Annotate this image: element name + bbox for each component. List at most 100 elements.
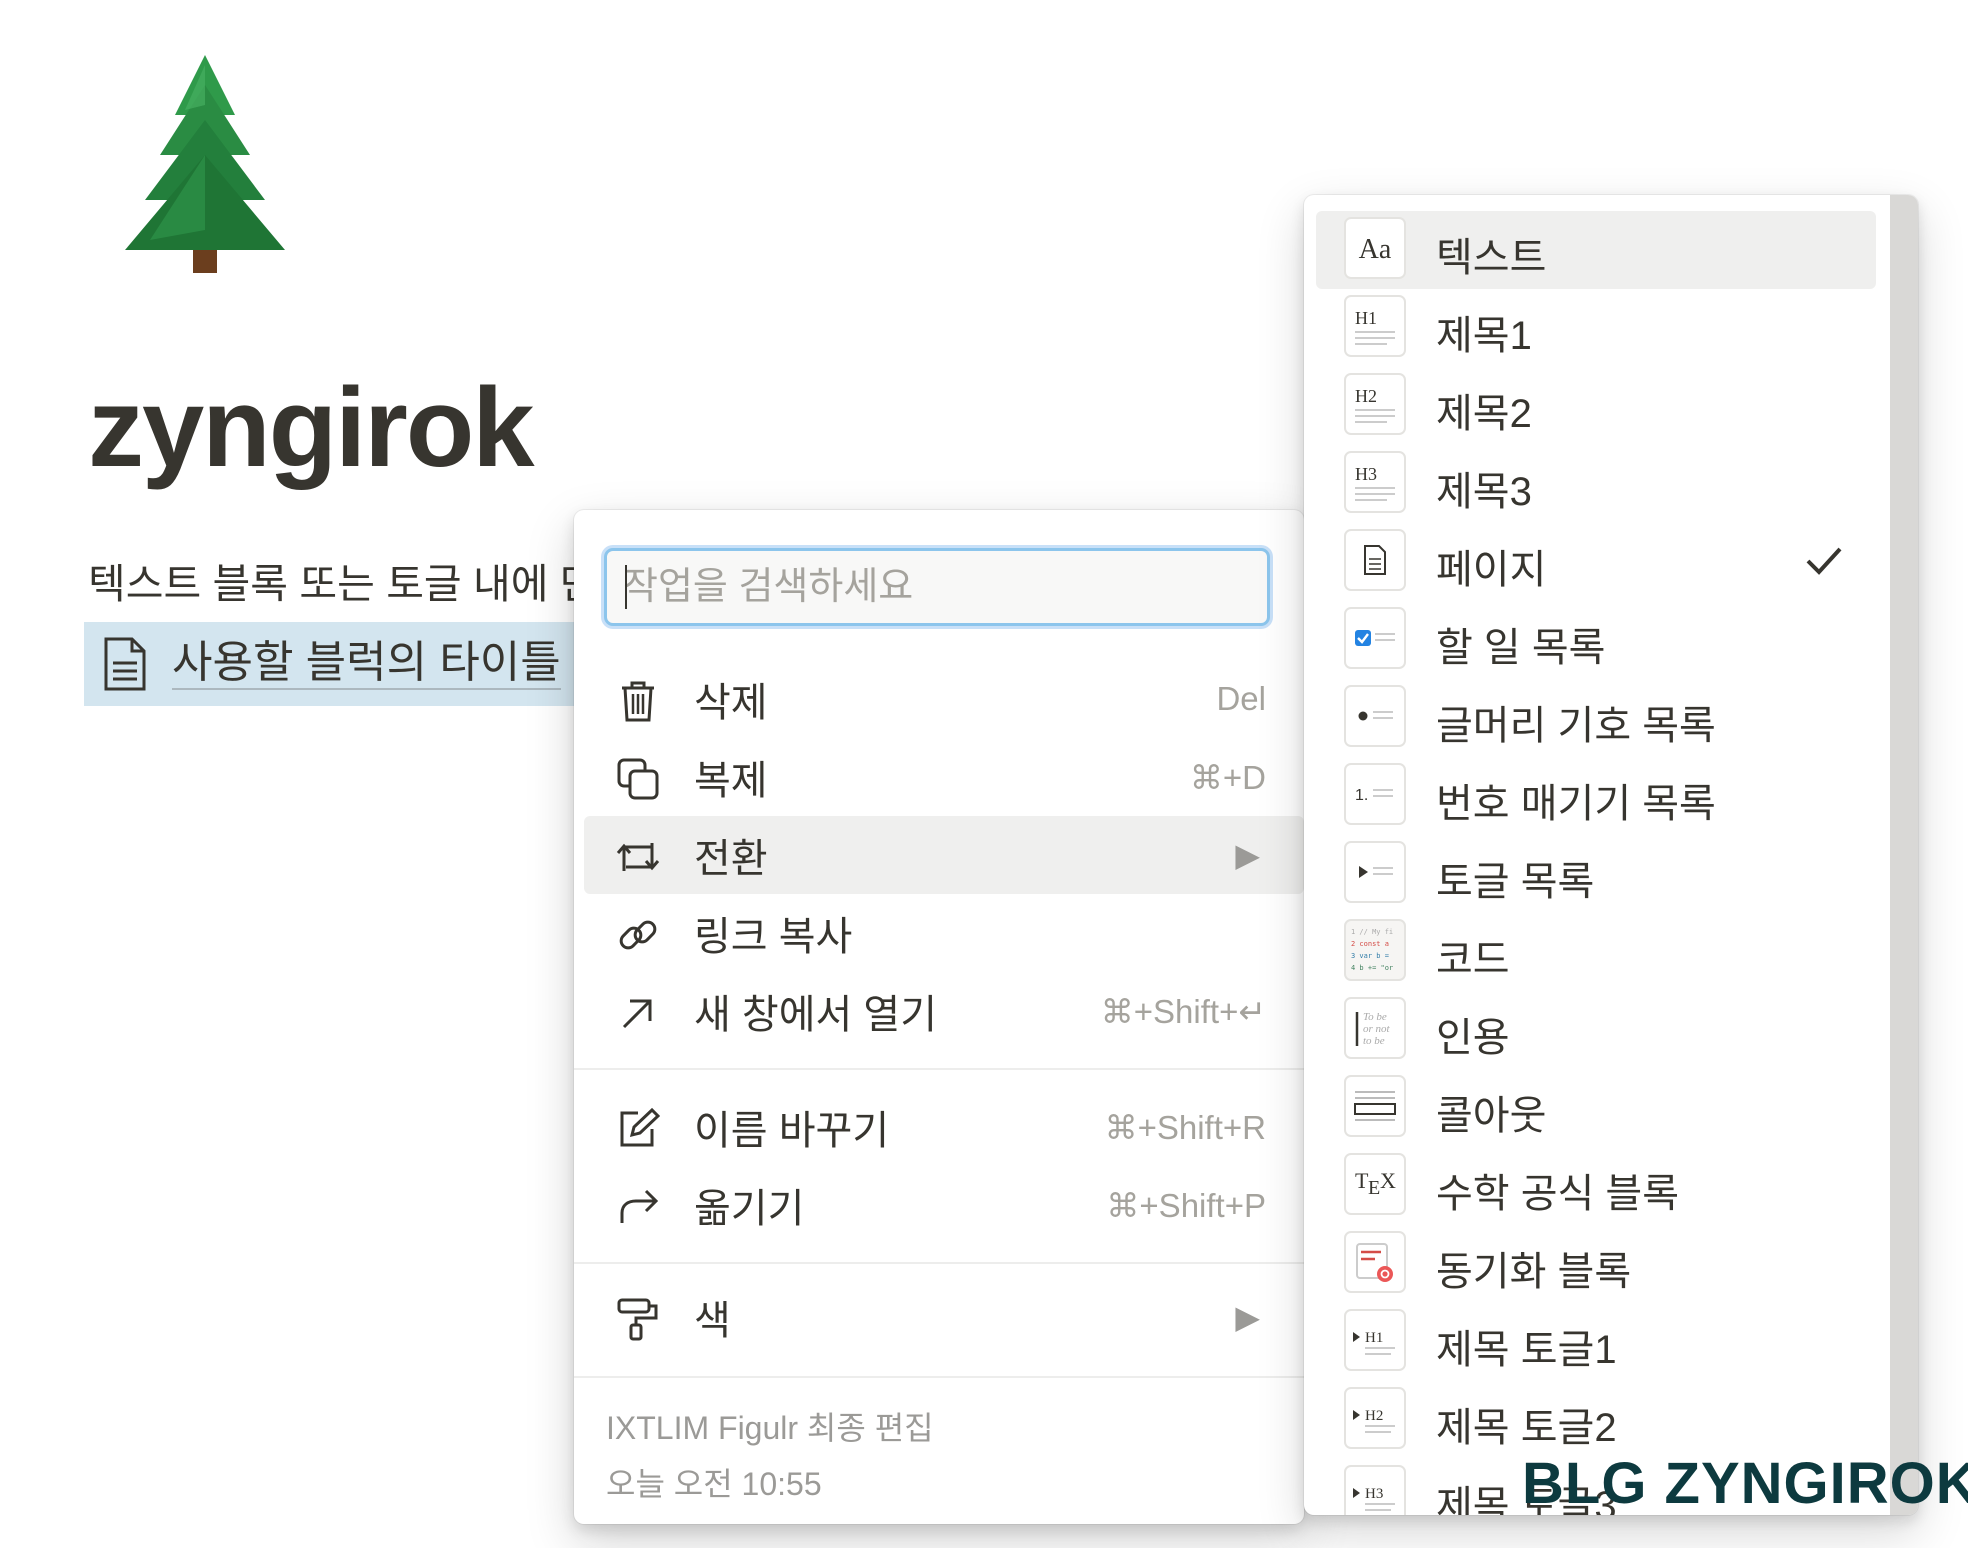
svg-text:Aa: Aa — [1359, 234, 1392, 265]
heading3-thumb-icon: H3 — [1344, 451, 1406, 513]
heading1-thumb-icon: H1 — [1344, 295, 1406, 357]
turn-into-label: 제목3 — [1436, 470, 1532, 514]
submenu-arrow-icon: ▶ — [1235, 1299, 1260, 1335]
turn-into-label: 토글 목록 — [1436, 860, 1595, 904]
svg-text:H1: H1 — [1355, 308, 1377, 328]
svg-text:H2: H2 — [1355, 386, 1377, 406]
evergreen-tree-icon[interactable] — [105, 55, 305, 280]
turn-into-page[interactable]: 페이지 — [1316, 523, 1876, 601]
page-document-icon — [104, 637, 146, 691]
turn-into-submenu: Aa 텍스트 H1 제목1 H2 제목2 H3 제목3 페이지 할 일 목록 글… — [1304, 195, 1918, 1515]
menu-divider — [574, 1262, 1304, 1264]
open-new-window-icon — [622, 999, 652, 1029]
watermark-text: BLG ZYNGIROK — [1522, 1451, 1968, 1516]
move-to-menu-item[interactable]: 옮기기 ⌘+Shift+P — [584, 1166, 1304, 1244]
turn-into-label: 수학 공식 블록 — [1436, 1172, 1680, 1216]
turn-into-label: 콜아웃 — [1436, 1094, 1547, 1138]
svg-text:T: T — [1355, 1168, 1369, 1193]
last-edited-by: IXTLIM Figulr 최종 편집 — [606, 1410, 934, 1446]
text-caret — [625, 565, 627, 609]
svg-text:H3: H3 — [1355, 464, 1377, 484]
code-thumb-icon: 1 // My fi 2 const a 3 var b = 4 b += "o… — [1344, 919, 1406, 981]
copy-link-label: 링크 복사 — [694, 915, 853, 959]
turn-into-numbered-list[interactable]: 1. 번호 매기기 목록 — [1316, 757, 1876, 835]
svg-text:H3: H3 — [1365, 1486, 1383, 1502]
turn-into-bulleted-list[interactable]: 글머리 기호 목록 — [1316, 679, 1876, 757]
delete-label: 삭제 — [694, 681, 768, 725]
paint-roller-icon — [617, 1298, 658, 1341]
turn-into-math-equation[interactable]: T E X 수학 공식 블록 — [1316, 1147, 1876, 1225]
delete-menu-item[interactable]: 삭제 Del — [584, 660, 1304, 738]
duplicate-shortcut: ⌘+D — [1189, 758, 1266, 796]
duplicate-label: 복제 — [694, 759, 768, 803]
quote-thumb-icon: To be or not to be — [1344, 997, 1406, 1059]
duplicate-icon — [617, 758, 659, 800]
block-action-menu: 삭제 Del 복제 ⌘+D 전환 ▶ 링크 복사 — [574, 510, 1304, 1524]
turn-into-toggle-list[interactable]: 토글 목록 — [1316, 835, 1876, 913]
open-in-new-window-menu-item[interactable]: 새 창에서 열기 ⌘+Shift+↵ — [584, 972, 1304, 1050]
svg-text:or not: or not — [1363, 1023, 1391, 1035]
menu-divider — [574, 1068, 1304, 1070]
toggle-heading3-thumb-icon: H3 — [1344, 1465, 1406, 1515]
turn-into-label: 코드 — [1436, 938, 1510, 982]
heading2-thumb-icon: H2 — [1344, 373, 1406, 435]
page-body-text[interactable]: 텍스트 블록 또는 토글 내에 만 — [88, 550, 578, 610]
turn-into-label: 전환 — [694, 837, 768, 881]
menu-divider — [574, 1376, 1304, 1378]
svg-text:E: E — [1368, 1177, 1380, 1199]
turn-into-quote[interactable]: To be or not to be 인용 — [1316, 991, 1876, 1069]
turn-into-synced-block[interactable]: 동기화 블록 — [1316, 1225, 1876, 1303]
turn-into-label: 인용 — [1436, 1016, 1510, 1060]
submenu-scrollbar[interactable] — [1890, 195, 1918, 1515]
turn-into-label: 제목2 — [1436, 392, 1532, 436]
turn-into-heading1[interactable]: H1 제목1 — [1316, 289, 1876, 367]
last-edited-time: 오늘 오전 10:55 — [606, 1466, 822, 1502]
color-menu-item[interactable]: 색 ▶ — [584, 1278, 1304, 1356]
last-edited-footer: IXTLIM Figulr 최종 편집 오늘 오전 10:55 — [606, 1400, 934, 1512]
turn-into-todo-list[interactable]: 할 일 목록 — [1316, 601, 1876, 679]
turn-into-code[interactable]: 1 // My fi 2 const a 3 var b = 4 b += "o… — [1316, 913, 1876, 991]
rename-menu-item[interactable]: 이름 바꾸기 ⌘+Shift+R — [584, 1088, 1304, 1166]
copy-link-menu-item[interactable]: 링크 복사 — [584, 894, 1304, 972]
turn-into-callout[interactable]: 콜아웃 — [1316, 1069, 1876, 1147]
color-label: 색 — [694, 1299, 731, 1343]
svg-text:1.: 1. — [1355, 787, 1368, 804]
turn-into-heading2[interactable]: H2 제목2 — [1316, 367, 1876, 445]
page-title[interactable]: zyngirok — [88, 372, 535, 484]
delete-shortcut: Del — [1216, 680, 1266, 717]
turn-into-label: 번호 매기기 목록 — [1436, 782, 1716, 826]
toggle-heading1-thumb-icon: H1 — [1344, 1309, 1406, 1371]
turn-into-label: 제목 토글2 — [1436, 1406, 1617, 1450]
turn-into-label: 글머리 기호 목록 — [1436, 704, 1716, 748]
svg-text:X: X — [1380, 1168, 1396, 1193]
duplicate-menu-item[interactable]: 복제 ⌘+D — [584, 738, 1304, 816]
turn-into-toggle-heading2[interactable]: H2 제목 토글2 — [1316, 1381, 1876, 1459]
trash-icon — [622, 681, 654, 722]
svg-text:H2: H2 — [1365, 1408, 1383, 1424]
turn-into-label: 텍스트 — [1436, 236, 1547, 280]
open-new-window-label: 새 창에서 열기 — [694, 993, 938, 1037]
move-to-label: 옮기기 — [694, 1187, 805, 1231]
action-search-input[interactable] — [607, 551, 1267, 623]
svg-text:H1: H1 — [1365, 1330, 1383, 1346]
svg-text:4 b += "or: 4 b += "or — [1351, 964, 1393, 972]
turn-into-label: 제목 토글1 — [1436, 1328, 1617, 1372]
page-link-label[interactable]: 사용할 블럭의 타이틀 — [172, 638, 561, 691]
bulleted-list-thumb-icon — [1344, 685, 1406, 747]
synced-block-thumb-icon — [1344, 1231, 1406, 1293]
turn-into-label: 제목1 — [1436, 314, 1532, 358]
rename-label: 이름 바꾸기 — [694, 1109, 890, 1153]
turn-into-label: 할 일 목록 — [1436, 626, 1606, 670]
svg-text:2 const a: 2 const a — [1351, 940, 1389, 948]
turn-into-menu-item[interactable]: 전환 ▶ — [584, 816, 1304, 894]
toggle-heading2-thumb-icon: H2 — [1344, 1387, 1406, 1449]
math-thumb-icon: T E X — [1344, 1153, 1406, 1215]
checkmark-icon — [1806, 547, 1842, 575]
toggle-list-thumb-icon — [1344, 841, 1406, 903]
rename-shortcut: ⌘+Shift+R — [1104, 1108, 1266, 1146]
turn-into-toggle-heading1[interactable]: H1 제목 토글1 — [1316, 1303, 1876, 1381]
action-search-box[interactable] — [604, 548, 1270, 626]
turn-into-text[interactable]: Aa 텍스트 — [1316, 211, 1876, 289]
turn-into-heading3[interactable]: H3 제목3 — [1316, 445, 1876, 523]
page-link-block[interactable]: 사용할 블럭의 타이틀 — [84, 622, 604, 706]
